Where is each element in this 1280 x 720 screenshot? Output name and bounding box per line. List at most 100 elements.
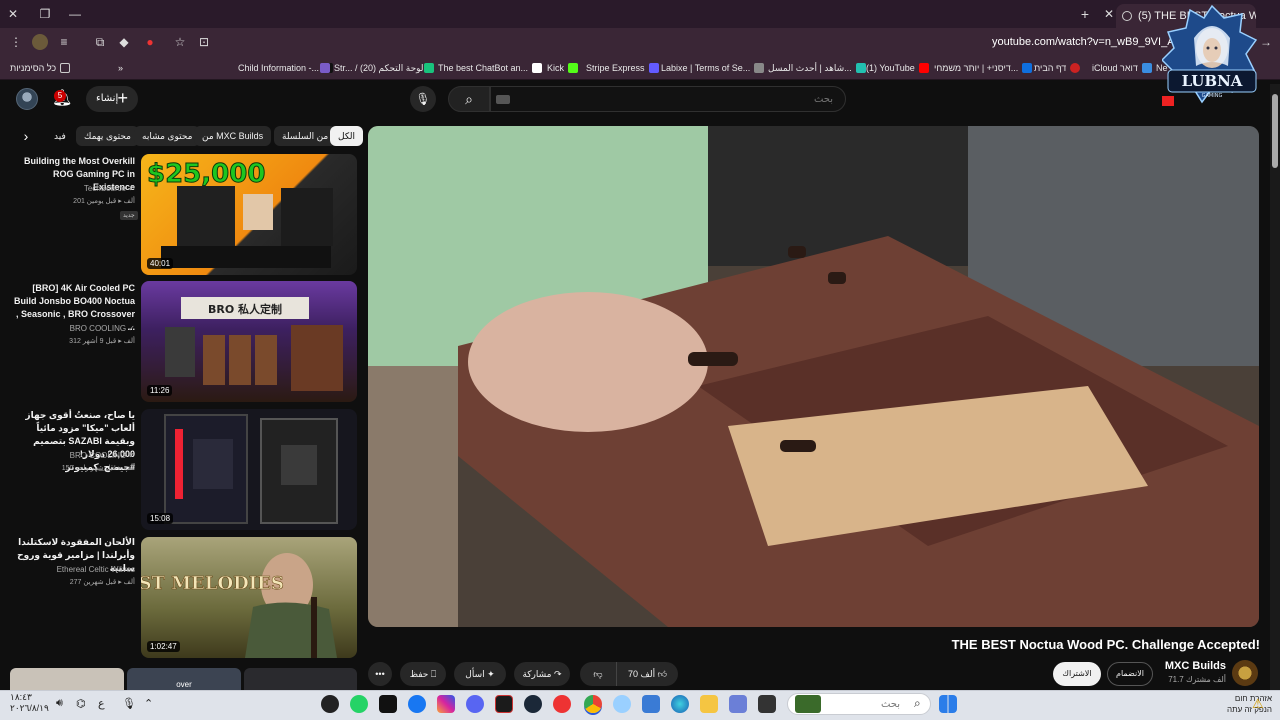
voice-search-mic-icon[interactable]: 🎙︎ (410, 86, 436, 112)
terminal-icon[interactable] (758, 695, 776, 713)
bookmark-item[interactable]: Str... / لوحة التحكم (20) (320, 61, 424, 75)
close-window-icon[interactable]: ✕ (4, 5, 22, 23)
related-video-thumbnail[interactable]: LOST MELODIES 1:02:47 (141, 537, 357, 658)
bookmark-all[interactable]: כל הסימניות (10, 61, 71, 75)
account-avatar[interactable] (16, 88, 38, 110)
discord-icon[interactable] (466, 695, 484, 713)
related-video-channel[interactable]: BRO COOLING ✓ (10, 324, 135, 333)
minimize-window-icon[interactable]: — (66, 5, 84, 23)
logo-text: LUBNA (1182, 72, 1243, 90)
network-icon[interactable]: ⌬ (76, 697, 86, 710)
ask-button[interactable]: اسأل ✦ (454, 662, 506, 686)
chrome-icon[interactable] (584, 695, 602, 713)
scrollbar-thumb[interactable] (1272, 94, 1278, 168)
keyboard-icon[interactable] (496, 95, 510, 104)
search-icon[interactable]: ⌕ (448, 86, 490, 112)
chip-feed[interactable]: فيد (46, 126, 74, 146)
related-video-thumbnail[interactable] (244, 668, 357, 690)
logo-flag-icon (1162, 96, 1174, 106)
related-video-channel[interactable]: BRO COOLING ✓ (10, 451, 135, 460)
bookmark-star-icon[interactable]: ☆ (172, 34, 188, 50)
bookmark-item[interactable]: Labixe | Terms of Se... (661, 61, 765, 75)
logo-subtext: GAMING (1202, 93, 1223, 99)
video-player[interactable] (368, 126, 1259, 627)
like-button[interactable]: 70 ألف 👍︎ (616, 662, 678, 686)
new-tab-icon[interactable]: + (1076, 5, 1094, 23)
bookmark-favicon (532, 63, 543, 73)
app-red-icon[interactable] (553, 695, 571, 713)
bookmark-favicon (320, 63, 330, 73)
share-button[interactable]: مشاركة ↷ (514, 662, 570, 686)
thumbnail-art: $25,000 (147, 159, 333, 268)
chip-all[interactable]: الكل (330, 126, 364, 146)
channel-avatar[interactable] (1232, 660, 1258, 686)
bookmark-item[interactable]: The best ChatBot an... (424, 61, 543, 75)
edge-icon[interactable] (671, 695, 689, 713)
tray-overflow-icon[interactable]: ⌃ (144, 697, 153, 710)
thumbnail-text: LOST MELODIES (141, 573, 284, 594)
related-video-channel[interactable]: TechSource ✓ (10, 184, 135, 193)
speaker-icon[interactable]: 🔊︎ (56, 697, 63, 710)
related-video-thumbnail[interactable]: over (127, 668, 241, 690)
extensions-icon[interactable]: ⧉ (92, 34, 108, 50)
app-grid-icon[interactable] (729, 695, 747, 713)
thumbnail-art (164, 414, 338, 524)
more-actions-icon[interactable]: ••• (368, 662, 392, 686)
extension-diamond-icon[interactable]: ◆ (116, 34, 132, 50)
chip-from-channel[interactable]: من MXC Builds (194, 126, 272, 146)
logo-emblem-icon: LUBNA GAMING (1160, 4, 1258, 106)
search-highlight-icon (795, 695, 821, 713)
chip-for-you[interactable]: محتوى يهمك (76, 126, 139, 146)
chips-scroll-arrow-icon[interactable]: › (16, 126, 36, 146)
profile-avatar[interactable] (32, 34, 48, 50)
extension-red-icon[interactable]: ● (142, 34, 158, 50)
lubna-gaming-logo: LUBNA GAMING (1160, 4, 1262, 112)
game-app-icon[interactable] (495, 695, 513, 713)
install-app-icon[interactable]: ⊡ (196, 34, 212, 50)
channel-name[interactable]: MXC Builds (1160, 660, 1226, 672)
chip-related[interactable]: محتوى مشابه (134, 126, 201, 146)
bookmark-item[interactable]: Kick (547, 61, 579, 75)
related-video-thumbnail[interactable]: BRO 私人定制 11:26 (141, 281, 357, 402)
related-video-thumbnail[interactable] (10, 668, 124, 690)
bookmark-item[interactable]: (1) YouTube (866, 61, 929, 75)
mic-icon[interactable]: 🎙︎ (122, 697, 136, 710)
taskbar-clock[interactable]: ١٨:٤٣ ٢٠٢٦/٨/١٩ (10, 692, 49, 714)
restore-window-icon[interactable]: ❐ (36, 5, 54, 23)
join-button[interactable]: الانضمام (1107, 662, 1153, 686)
menu-dots-icon[interactable]: ⋮ (8, 34, 24, 50)
facebook-icon[interactable] (408, 695, 426, 713)
dislike-button[interactable]: 👎︎ (580, 662, 616, 686)
verified-icon: ✓ (128, 184, 135, 193)
app-blue-icon[interactable] (642, 695, 660, 713)
subscribe-button[interactable]: الاشتراك (1053, 662, 1101, 686)
chip-from-series[interactable]: من السلسلة (274, 126, 337, 146)
bookmark-item[interactable]: דף הבית (1034, 61, 1081, 75)
related-video-channel[interactable]: Ethereal Celtic Waves (10, 565, 135, 574)
related-video-thumbnail[interactable]: $25,000 40:01 (141, 154, 357, 275)
save-button[interactable]: حفظ ⎕ (400, 662, 446, 686)
bookmark-item[interactable]: Stripe Express (586, 61, 659, 75)
bookmark-item[interactable]: דיסני+ | יותר משמחי... (934, 61, 1033, 75)
bookmark-favicon (1022, 63, 1033, 73)
github-icon[interactable] (321, 695, 339, 713)
bookmark-item[interactable]: Child Information -... (238, 61, 334, 75)
whatsapp-icon[interactable] (350, 695, 368, 713)
page-scrollbar[interactable] (1270, 84, 1280, 690)
tiktok-icon[interactable] (379, 695, 397, 713)
bookmark-item[interactable]: شاهد | أحدث المسل... (768, 61, 866, 75)
verified-icon: ✓ (128, 324, 135, 333)
create-button[interactable]: إنشاء + (86, 86, 138, 112)
bookmark-item[interactable]: iCloud דואר (1092, 61, 1152, 75)
windows-start-icon[interactable] (939, 695, 957, 713)
instagram-icon[interactable] (437, 695, 455, 713)
related-video-thumbnail[interactable]: 15:08 (141, 409, 357, 530)
bookmarks-overflow-icon[interactable]: » (118, 61, 123, 75)
thumbnail-art: BRO 私人定制 (165, 297, 343, 391)
media-control-icon[interactable]: ≡ (56, 34, 72, 50)
file-explorer-icon[interactable] (700, 695, 718, 713)
app-cloud-icon[interactable] (613, 695, 631, 713)
steam-icon[interactable] (524, 695, 542, 713)
input-language[interactable]: ع (98, 697, 105, 710)
search-input[interactable] (490, 86, 846, 112)
